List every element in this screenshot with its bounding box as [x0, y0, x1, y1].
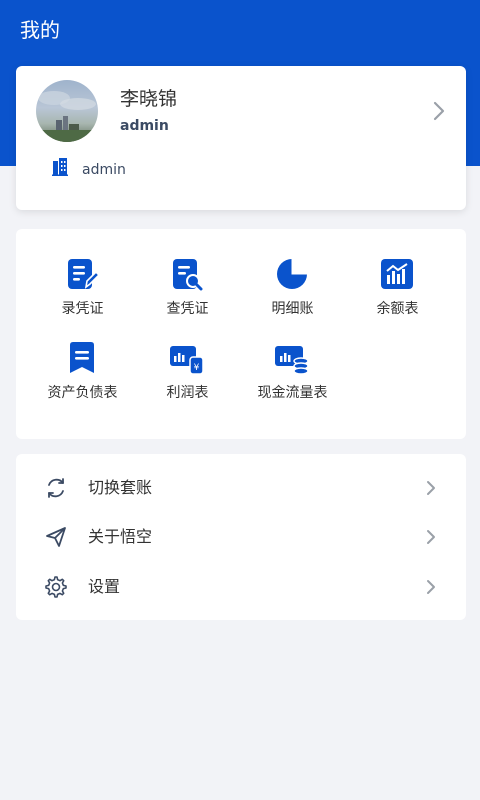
- pie-chart-icon: [277, 258, 308, 289]
- function-grid-card: 录凭证 查凭证 明细账 余额表 资产负债表 ¥ 利润表 现金流量表: [16, 229, 466, 439]
- building-icon: [52, 158, 68, 176]
- refresh-icon: [48, 478, 64, 498]
- menu-label: 关于悟空: [88, 527, 153, 546]
- menu-label: 设置: [88, 577, 121, 596]
- chevron-right-icon: [427, 580, 435, 594]
- bar-chart-icon: [381, 259, 413, 289]
- profit-icon: ¥: [170, 346, 204, 375]
- user-account: admin: [120, 118, 169, 134]
- menu-card: 切换套账 关于悟空 设置: [16, 454, 466, 620]
- function-search-voucher[interactable]: 查凭证: [135, 257, 240, 337]
- function-record-voucher[interactable]: 录凭证: [30, 257, 135, 337]
- function-balance-table[interactable]: 余额表: [345, 257, 450, 337]
- menu-label: 切换套账: [88, 478, 153, 497]
- menu-item-settings[interactable]: 设置: [16, 562, 466, 612]
- chevron-right-icon: [427, 481, 435, 495]
- profile-card[interactable]: 李晓锦 admin admin: [16, 66, 466, 210]
- chevron-right-icon[interactable]: [432, 100, 446, 122]
- cash-flow-icon: [275, 346, 309, 375]
- page-title: 我的: [20, 18, 60, 42]
- menu-item-switch-account[interactable]: 切换套账: [16, 463, 466, 513]
- search-voucher-icon: [173, 259, 203, 291]
- send-icon: [46, 527, 66, 547]
- function-detail-ledger[interactable]: 明细账: [240, 257, 345, 337]
- gear-icon: [45, 576, 67, 598]
- user-name: 李晓锦: [120, 88, 178, 110]
- function-profit-statement[interactable]: ¥ 利润表: [135, 341, 240, 421]
- function-label: 余额表: [376, 301, 419, 317]
- function-cash-flow[interactable]: 现金流量表: [240, 341, 345, 421]
- org-name: admin: [82, 162, 126, 178]
- function-label: 录凭证: [61, 301, 104, 317]
- menu-item-about[interactable]: 关于悟空: [16, 512, 466, 562]
- function-label: 明细账: [271, 301, 314, 317]
- avatar: [36, 80, 98, 142]
- function-label: 查凭证: [166, 301, 209, 317]
- edit-voucher-icon: [68, 259, 99, 289]
- balance-sheet-icon: [70, 342, 94, 373]
- function-label: 资产负债表: [47, 385, 118, 401]
- function-label: 现金流量表: [257, 385, 328, 401]
- function-balance-sheet[interactable]: 资产负债表: [30, 341, 135, 421]
- svg-text:¥: ¥: [194, 363, 200, 373]
- function-label: 利润表: [166, 385, 209, 401]
- chevron-right-icon: [427, 530, 435, 544]
